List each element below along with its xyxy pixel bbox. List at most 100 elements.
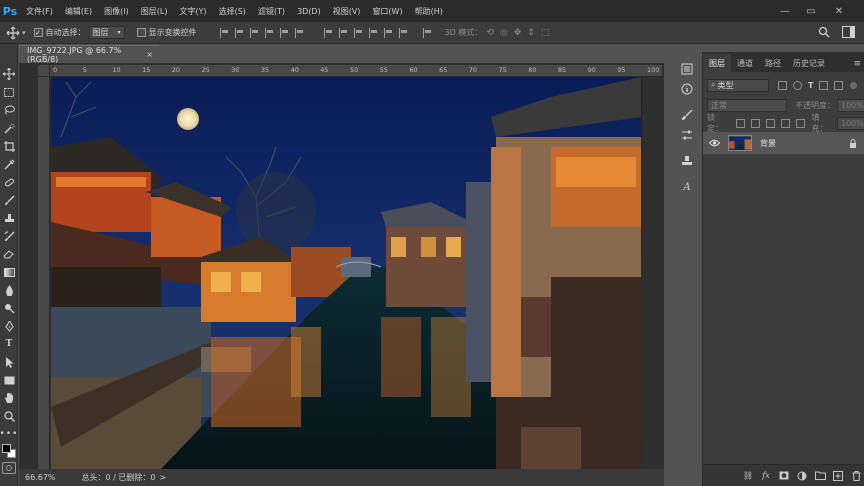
menu-type[interactable]: 文字(Y) — [179, 6, 206, 17]
menu-file[interactable]: 文件(F) — [26, 6, 53, 17]
quick-mask-icon[interactable] — [2, 462, 16, 474]
distribute-vcenter-icon[interactable] — [338, 27, 348, 38]
workspace-icon[interactable] — [842, 26, 855, 38]
layer-row[interactable]: 背景 — [703, 132, 864, 154]
healing-icon[interactable] — [0, 174, 18, 190]
link-layers-icon[interactable]: ⛓ — [739, 471, 757, 480]
dodge-icon[interactable] — [0, 300, 18, 316]
distribute-hcenter-icon[interactable] — [383, 27, 393, 38]
blend-mode-dropdown[interactable]: 正常 — [707, 98, 787, 112]
panel-menu-icon[interactable]: ≡ — [853, 59, 861, 69]
tab-paths[interactable]: 路径 — [759, 54, 787, 72]
brush-presets-icon[interactable] — [676, 106, 698, 124]
menu-edit[interactable]: 编辑(E) — [65, 6, 92, 17]
distribute-left-icon[interactable] — [368, 27, 378, 38]
blur-icon[interactable] — [0, 282, 18, 298]
zoom-level[interactable]: 66.67% — [25, 473, 56, 482]
menu-3d[interactable]: 3D(D) — [297, 7, 321, 16]
color-swatches[interactable] — [2, 444, 16, 458]
align-vcenter-icon[interactable] — [234, 27, 244, 38]
move-tool-preset-icon[interactable] — [6, 26, 20, 40]
lock-artboard-icon[interactable] — [780, 118, 790, 128]
layer-mask-icon[interactable] — [775, 471, 793, 480]
lock-pixels-icon[interactable] — [750, 118, 760, 128]
auto-select-dropdown[interactable]: 图层 ▾ — [88, 26, 125, 39]
filter-type-icon[interactable]: T — [808, 81, 813, 90]
layer-filter-dropdown[interactable]: ⌕ 类型 — [707, 78, 769, 92]
history-panel-icon[interactable] — [676, 60, 698, 78]
distribute-right-icon[interactable] — [398, 27, 408, 38]
menu-filter[interactable]: 滤镜(T) — [258, 6, 285, 17]
layer-name[interactable]: 背景 — [760, 138, 776, 149]
eraser-icon[interactable] — [0, 246, 18, 262]
close-document-icon[interactable]: × — [146, 50, 153, 59]
history-brush-icon[interactable] — [0, 228, 18, 244]
marquee-icon[interactable] — [0, 84, 18, 100]
align-left-icon[interactable] — [264, 27, 274, 38]
lasso-icon[interactable] — [0, 102, 18, 118]
opacity-field[interactable]: 100% — [837, 98, 864, 112]
type-icon[interactable]: T — [0, 336, 18, 352]
info-panel-icon[interactable] — [676, 80, 698, 98]
3d-rotate-icon[interactable]: ⟲ — [486, 28, 494, 38]
shape-icon[interactable] — [0, 372, 18, 388]
3d-slide-icon[interactable]: ⇕ — [527, 28, 535, 38]
stamp-icon[interactable] — [0, 210, 18, 226]
show-transform-checkbox[interactable] — [136, 28, 146, 37]
menu-layer[interactable]: 图层(L) — [141, 6, 168, 17]
menu-image[interactable]: 图像(I) — [104, 6, 129, 17]
distribute-top-icon[interactable] — [323, 27, 333, 38]
adjustment-layer-icon[interactable] — [793, 471, 811, 481]
character-panel-icon[interactable]: A — [676, 178, 698, 196]
hand-icon[interactable] — [0, 390, 18, 406]
3d-roll-icon[interactable]: ◎ — [500, 28, 508, 38]
zoom-icon[interactable] — [0, 408, 18, 424]
menu-view[interactable]: 视图(V) — [333, 6, 361, 17]
align-hcenter-icon[interactable] — [279, 27, 289, 38]
foreground-color-swatch[interactable] — [2, 444, 11, 453]
quick-select-icon[interactable] — [0, 120, 18, 136]
distribute-bottom-icon[interactable] — [353, 27, 363, 38]
gradient-icon[interactable] — [0, 264, 18, 280]
more-icon[interactable]: ••• — [0, 426, 18, 442]
new-group-icon[interactable] — [811, 471, 829, 480]
tab-history[interactable]: 历史记录 — [787, 54, 831, 72]
document-canvas[interactable] — [51, 77, 642, 469]
menu-help[interactable]: 帮助(H) — [415, 6, 443, 17]
lock-transparent-icon[interactable] — [735, 118, 745, 128]
ruler-origin[interactable] — [38, 65, 50, 77]
path-select-icon[interactable] — [0, 354, 18, 370]
close-window-button[interactable]: ✕ — [828, 0, 850, 22]
adjustments-icon[interactable] — [676, 126, 698, 144]
eyedropper-icon[interactable] — [0, 156, 18, 172]
layer-style-icon[interactable]: fx — [757, 471, 775, 480]
clone-source-icon[interactable] — [676, 152, 698, 170]
filter-smart-object-icon[interactable] — [834, 80, 844, 90]
crop-icon[interactable] — [0, 138, 18, 154]
3d-scale-icon[interactable]: ⬚ — [541, 28, 550, 38]
fill-field[interactable]: 100% — [837, 116, 864, 130]
document-tab[interactable]: IMG_9722.JPG @ 66.7%(RGB/8) × — [19, 45, 159, 64]
pen-icon[interactable] — [0, 318, 18, 334]
delete-layer-icon[interactable] — [847, 470, 864, 481]
menu-window[interactable]: 窗口(W) — [372, 6, 402, 17]
new-layer-icon[interactable] — [829, 470, 847, 481]
filter-pixel-icon[interactable] — [778, 80, 787, 90]
tab-layers[interactable]: 图层 — [703, 54, 731, 72]
visibility-eye-icon[interactable] — [709, 139, 720, 147]
search-icon[interactable] — [818, 26, 830, 38]
move-icon[interactable] — [0, 66, 18, 82]
auto-select-checkbox[interactable]: ✓ — [33, 28, 43, 37]
3d-pan-icon[interactable]: ✥ — [514, 28, 522, 38]
minimize-button[interactable]: — — [774, 0, 796, 22]
lock-all-icon[interactable] — [795, 118, 805, 128]
info-arrow-icon[interactable]: > — [159, 473, 166, 482]
filter-shape-icon[interactable] — [819, 80, 829, 90]
menu-select[interactable]: 选择(S) — [219, 6, 246, 17]
restore-button[interactable]: ▭ — [800, 0, 822, 22]
filter-toggle-icon[interactable] — [850, 81, 858, 89]
lock-position-icon[interactable] — [765, 118, 775, 128]
filter-adjustment-icon[interactable] — [793, 80, 802, 90]
brush-icon[interactable] — [0, 192, 18, 208]
chevron-down-icon[interactable]: ▾ — [22, 29, 26, 37]
